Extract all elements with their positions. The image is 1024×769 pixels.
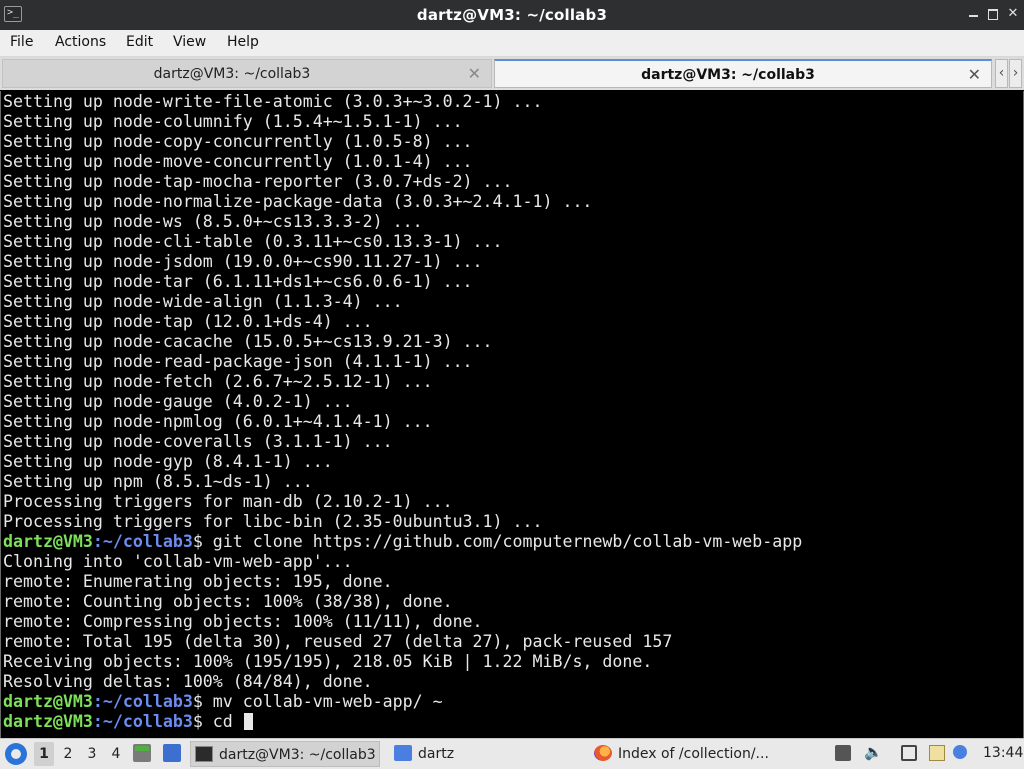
update-icon[interactable] (953, 745, 967, 759)
task-button-files[interactable]: dartz (390, 741, 580, 767)
volume-icon[interactable]: 🔈 (864, 743, 883, 761)
prompt-user: dartz@VM3 (3, 692, 93, 711)
file-manager-icon[interactable] (133, 744, 151, 762)
tab-label: dartz@VM3: ~/collab3 (153, 66, 311, 82)
terminal-line: Setting up node-jsdom (19.0.0+~cs90.11.2… (3, 252, 483, 271)
terminal-line: Resolving deltas: 100% (84/84), done. (3, 672, 373, 691)
tab-scroll-left-button[interactable]: ‹ (995, 59, 1008, 88)
task-button-terminal[interactable]: dartz@VM3: ~/collab3 (190, 741, 380, 767)
folder-icon (394, 745, 412, 761)
terminal-line: Setting up node-ws (8.5.0+~cs13.3.3-2) .… (3, 212, 423, 231)
task-label: Index of /collection/... (618, 746, 769, 762)
terminal-line: Setting up node-columnify (1.5.4+~1.5.1-… (3, 112, 463, 131)
prompt-command: $ mv collab-vm-web-app/ ~ (192, 692, 443, 711)
prompt-path: :~/collab3 (92, 692, 193, 711)
text-cursor (243, 713, 253, 730)
menu-actions[interactable]: Actions (55, 34, 106, 50)
prompt-command: $ cd (192, 712, 243, 731)
workspace-4[interactable]: 4 (106, 742, 126, 766)
terminal-line: Setting up node-gyp (8.4.1-1) ... (3, 452, 333, 471)
prompt-user: dartz@VM3 (3, 712, 93, 731)
terminal-line: Cloning into 'collab-vm-web-app'... (3, 552, 353, 571)
show-desktop-icon[interactable] (163, 744, 181, 762)
menu-bar: File Actions Edit View Help (0, 30, 1024, 57)
prompt-user: dartz@VM3 (3, 532, 93, 551)
taskbar: 1 2 3 4 dartz@VM3: ~/collab3 dartz Index… (0, 738, 1024, 769)
network-icon[interactable] (901, 745, 917, 761)
tab-scroll-right-button[interactable]: › (1009, 59, 1022, 88)
terminal-line: remote: Compressing objects: 100% (11/11… (3, 612, 483, 631)
tab-terminal-1[interactable]: dartz@VM3: ~/collab3 ✕ (2, 59, 492, 88)
maximize-icon (988, 9, 998, 20)
terminal-line: Setting up node-tap (12.0.1+ds-4) ... (3, 312, 373, 331)
terminal-icon (195, 746, 213, 762)
tab-terminal-2[interactable]: dartz@VM3: ~/collab3 ✕ (494, 59, 992, 88)
terminal-line: Setting up node-tar (6.1.11+ds1+~cs6.0.6… (3, 272, 473, 291)
menu-file[interactable]: File (10, 34, 33, 50)
prompt-command: $ git clone https://github.com/computern… (192, 532, 803, 551)
workspace-3[interactable]: 3 (82, 742, 102, 766)
terminal-line: Setting up npm (8.5.1~ds-1) ... (3, 472, 313, 491)
terminal-line: Setting up node-normalize-package-data (… (3, 192, 593, 211)
terminal-line: remote: Enumerating objects: 195, done. (3, 572, 393, 591)
terminal-line: Processing triggers for libc-bin (2.35-0… (3, 512, 543, 531)
terminal-line: Setting up node-write-file-atomic (3.0.3… (3, 92, 543, 111)
close-window-button[interactable]: ✕ (1004, 5, 1022, 23)
terminal-line: Setting up node-read-package-json (4.1.1… (3, 352, 473, 371)
terminal-line: remote: Counting objects: 100% (38/38), … (3, 592, 453, 611)
tab-label: dartz@VM3: ~/collab3 (641, 67, 815, 83)
prompt-path: :~/collab3 (92, 712, 193, 731)
minimize-button[interactable] (964, 5, 982, 23)
clipboard-icon[interactable] (929, 745, 945, 761)
terminal-output[interactable]: Setting up node-write-file-atomic (3.0.3… (0, 91, 1024, 738)
workspace-1[interactable]: 1 (34, 742, 54, 766)
close-tab-icon[interactable]: ✕ (968, 65, 981, 84)
prompt-path: :~/collab3 (92, 532, 193, 551)
task-button-browser[interactable]: Index of /collection/... (590, 741, 830, 767)
window-title: dartz@VM3: ~/collab3 (416, 6, 608, 24)
minimize-icon (968, 15, 978, 17)
terminal-prompt-line: dartz@VM3:~/collab3$ git clone https://g… (3, 532, 802, 552)
window-titlebar[interactable]: >_ dartz@VM3: ~/collab3 ✕ (0, 0, 1024, 30)
terminal-line: Setting up node-gauge (4.0.2-1) ... (3, 392, 353, 411)
terminal-line: Setting up node-cacache (15.0.5+~cs13.9.… (3, 332, 493, 351)
clock[interactable]: 13:44 (983, 745, 1023, 761)
workspace-2[interactable]: 2 (58, 742, 78, 766)
menu-edit[interactable]: Edit (126, 34, 153, 50)
terminal-line: Setting up node-coveralls (3.1.1-1) ... (3, 432, 393, 451)
terminal-prompt-line: dartz@VM3:~/collab3$ cd (3, 712, 253, 732)
terminal-line: Receiving objects: 100% (195/195), 218.0… (3, 652, 653, 671)
tab-bar: dartz@VM3: ~/collab3 ✕ dartz@VM3: ~/coll… (0, 57, 1024, 90)
terminal-line: Setting up node-fetch (2.6.7+~2.5.12-1) … (3, 372, 433, 391)
terminal-line: Setting up node-npmlog (6.0.1+~4.1.4-1) … (3, 412, 433, 431)
close-icon: ✕ (1007, 6, 1019, 21)
menu-view[interactable]: View (173, 34, 206, 50)
terminal-line: Setting up node-wide-align (1.1.3-4) ... (3, 292, 403, 311)
terminal-line: remote: Total 195 (delta 30), reused 27 … (3, 632, 673, 651)
task-label: dartz@VM3: ~/collab3 (219, 747, 376, 763)
terminal-line: Setting up node-tap-mocha-reporter (3.0.… (3, 172, 513, 191)
task-label: dartz (418, 746, 455, 762)
terminal-line: Setting up node-copy-concurrently (1.0.5… (3, 132, 473, 151)
firefox-icon (594, 745, 612, 761)
menu-help[interactable]: Help (227, 34, 259, 50)
maximize-button[interactable] (984, 5, 1002, 23)
terminal-line: Setting up node-cli-table (0.3.11+~cs0.1… (3, 232, 503, 251)
terminal-prompt-line: dartz@VM3:~/collab3$ mv collab-vm-web-ap… (3, 692, 443, 712)
close-tab-icon[interactable]: ✕ (468, 64, 481, 83)
terminal-line: Setting up node-move-concurrently (1.0.1… (3, 152, 473, 171)
app-tray-icon[interactable] (835, 745, 851, 761)
terminal-line: Processing triggers for man-db (2.10.2-1… (3, 492, 453, 511)
start-menu-icon[interactable] (5, 743, 27, 765)
